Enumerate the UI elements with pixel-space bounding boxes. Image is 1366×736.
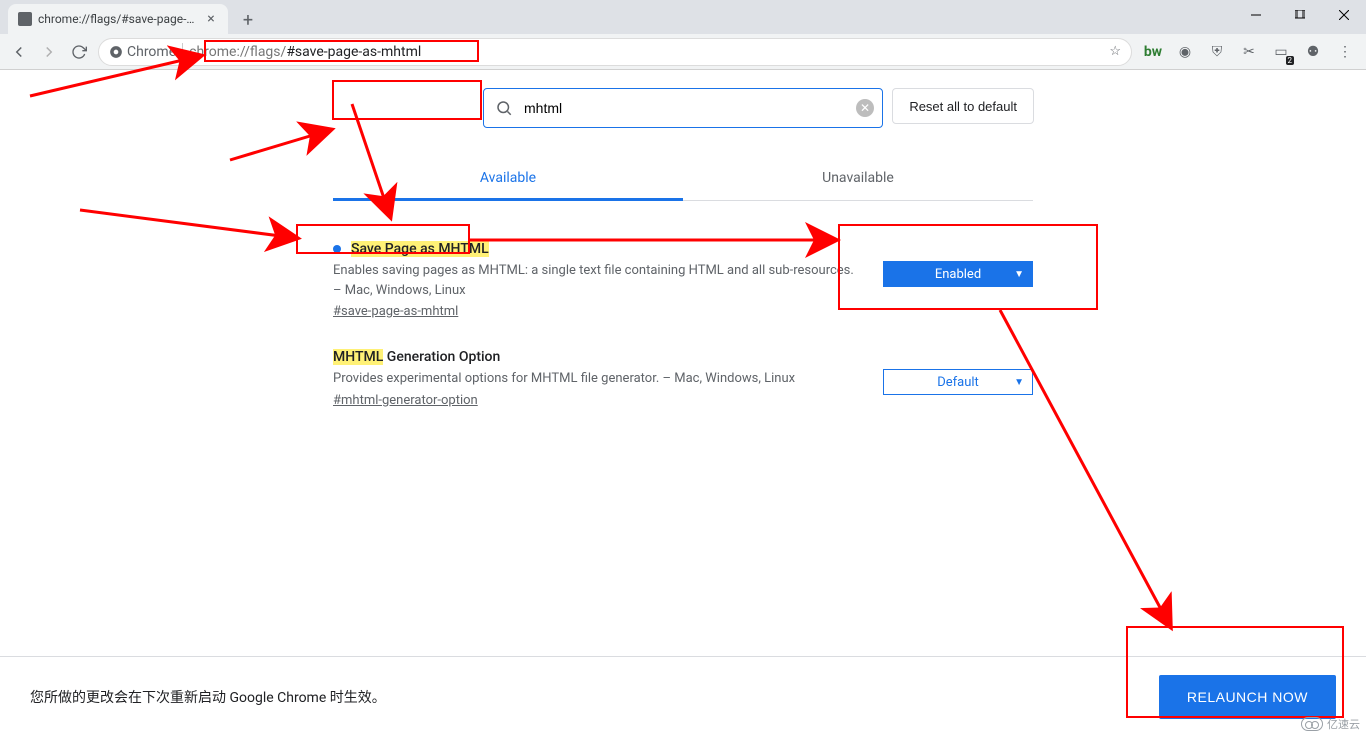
- nav-forward-icon: [38, 41, 60, 63]
- tab-title: chrome://flags/#save-page-as: [38, 12, 198, 26]
- omnibox[interactable]: Chrome chrome://flags/#save-page-as-mhtm…: [98, 38, 1132, 66]
- flags-tabs: Available Unavailable: [333, 158, 1033, 201]
- omnibox-url: chrome://flags/#save-page-as-mhtml: [189, 44, 421, 60]
- window-controls: [1234, 0, 1366, 30]
- chevron-down-icon: ▼: [1014, 377, 1024, 388]
- flag-select[interactable]: Enabled ▼: [883, 261, 1033, 287]
- flag-select[interactable]: Default ▼: [883, 369, 1033, 395]
- relaunch-button[interactable]: RELAUNCH NOW: [1159, 675, 1336, 719]
- chevron-down-icon: ▼: [1014, 269, 1024, 280]
- extension-row: bw ◉ ⛨ ✂ ▭2 ⚉ ⋮: [1140, 43, 1358, 61]
- extension-icon-cast[interactable]: ▭2: [1272, 43, 1290, 61]
- flag-anchor-link[interactable]: #save-page-as-mhtml: [333, 304, 458, 319]
- flags-header: ✕ Reset all to default: [0, 70, 1366, 138]
- extension-icon-clip[interactable]: ✂: [1240, 43, 1258, 61]
- watermark-icon: [1301, 717, 1323, 731]
- tab-unavailable[interactable]: Unavailable: [683, 158, 1033, 200]
- changed-dot-icon: [333, 245, 341, 253]
- extension-icon-bw[interactable]: bw: [1144, 43, 1162, 61]
- flag-title: Save Page as MHTML: [333, 241, 489, 257]
- window-close-icon[interactable]: [1322, 0, 1366, 30]
- watermark: 亿速云: [1301, 716, 1360, 732]
- browser-titlebar: chrome://flags/#save-page-as × +: [0, 0, 1366, 34]
- flag-item: MHTML Generation Option Provides experim…: [333, 339, 1033, 428]
- restart-message: 您所做的更改会在下次重新启动 Google Chrome 时生效。: [30, 687, 386, 707]
- flags-search-box[interactable]: ✕: [483, 88, 883, 128]
- tab-favicon: [18, 12, 32, 26]
- flags-page: ✕ Reset all to default Available Unavail…: [0, 70, 1366, 428]
- flag-item: Save Page as MHTML Enables saving pages …: [333, 231, 1033, 339]
- browser-tab[interactable]: chrome://flags/#save-page-as ×: [8, 4, 228, 34]
- restart-bar: 您所做的更改会在下次重新启动 Google Chrome 时生效。 RELAUN…: [0, 656, 1366, 736]
- window-maximize-icon[interactable]: [1278, 0, 1322, 30]
- tab-available[interactable]: Available: [333, 158, 683, 201]
- extension-icon-profile[interactable]: ⚉: [1304, 43, 1322, 61]
- flag-list: Save Page as MHTML Enables saving pages …: [333, 231, 1033, 428]
- flag-description: Enables saving pages as MHTML: a single …: [333, 261, 863, 300]
- window-minimize-icon[interactable]: [1234, 0, 1278, 30]
- browser-menu-icon[interactable]: ⋮: [1336, 43, 1354, 61]
- search-clear-button[interactable]: ✕: [848, 99, 882, 117]
- extension-icon-shield[interactable]: ◉: [1176, 43, 1194, 61]
- search-icon: [484, 99, 524, 117]
- omnibox-separator: [182, 43, 183, 61]
- browser-toolbar: Chrome chrome://flags/#save-page-as-mhtm…: [0, 34, 1366, 70]
- chrome-icon: [109, 45, 123, 59]
- close-icon: ✕: [856, 99, 874, 117]
- flag-title: MHTML Generation Option: [333, 349, 500, 365]
- tab-close-icon[interactable]: ×: [204, 12, 218, 26]
- reset-all-button[interactable]: Reset all to default: [892, 88, 1034, 124]
- new-tab-button[interactable]: +: [234, 6, 262, 34]
- flag-description: Provides experimental options for MHTML …: [333, 369, 863, 389]
- flags-search-input[interactable]: [524, 89, 848, 127]
- omnibox-origin-chip: Chrome: [109, 44, 176, 60]
- bookmark-star-icon[interactable]: ☆: [1109, 44, 1121, 59]
- nav-back-icon[interactable]: [8, 41, 30, 63]
- nav-reload-icon[interactable]: [68, 41, 90, 63]
- extension-icon-guard[interactable]: ⛨: [1208, 43, 1226, 61]
- flag-anchor-link[interactable]: #mhtml-generator-option: [333, 393, 478, 408]
